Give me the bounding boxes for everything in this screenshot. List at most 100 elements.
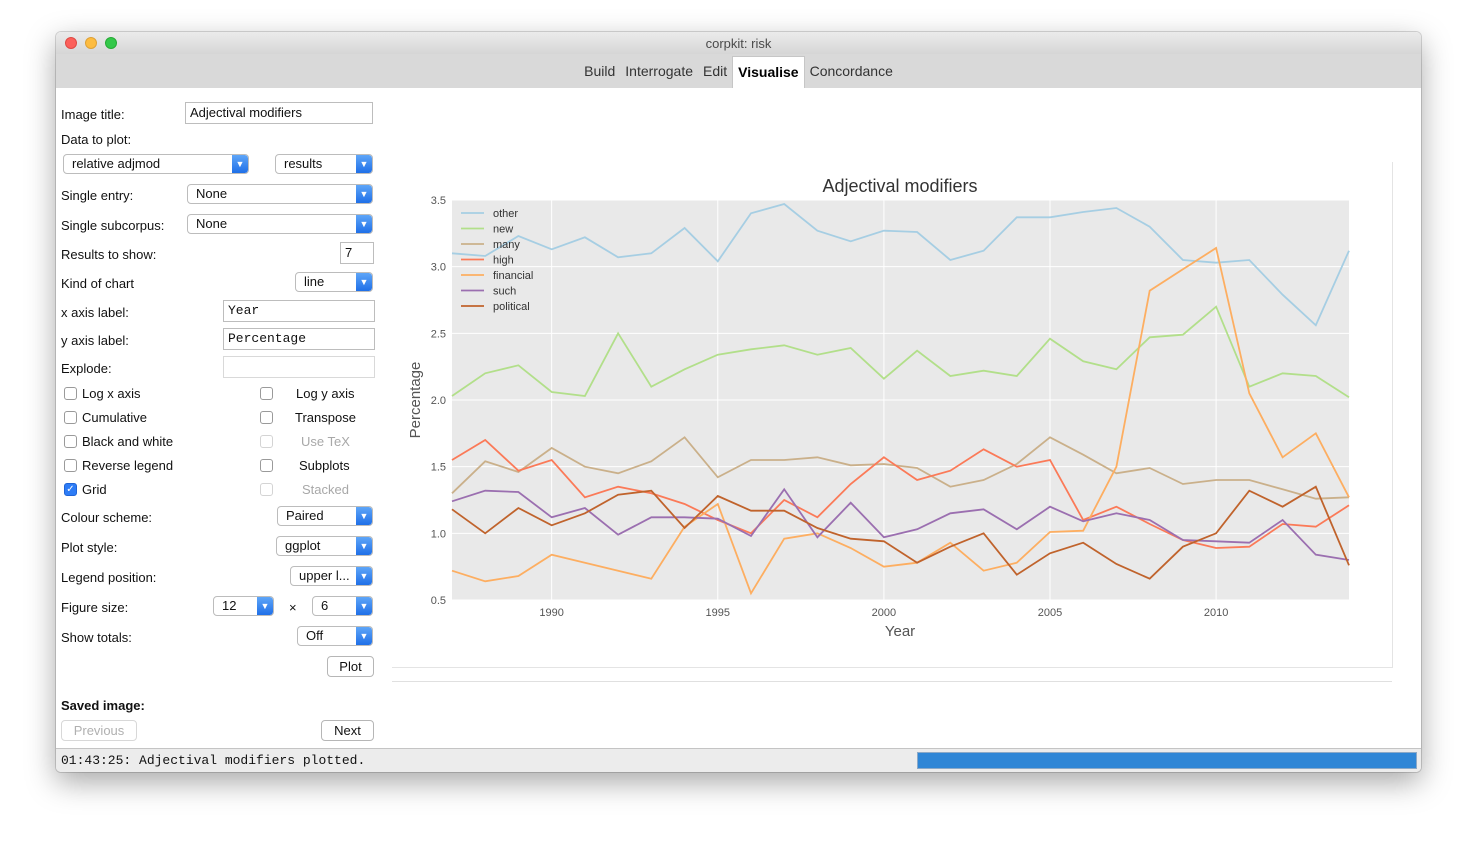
plot-style-select[interactable]: ggplot ▼ (276, 536, 373, 556)
app-window: corpkit: risk Build Interrogate Edit Visual… (56, 32, 1421, 772)
show-totals-select[interactable]: Off ▼ (297, 626, 373, 646)
x-tick-label: 1990 (539, 607, 563, 619)
stacked-label: Stacked (302, 482, 349, 497)
legend-label-political: political (493, 301, 530, 313)
legend-label-new: new (493, 224, 513, 236)
line-chart: 0.5 1.0 1.5 2.0 2.5 3.0 3.5 1990 1995 2000 2005 20… (407, 176, 1350, 640)
explode-label: Explode: (61, 361, 112, 376)
y-axis-label-label: y axis label: (61, 333, 129, 348)
x-tick-labels: 1990 1995 2000 2005 2010 (539, 607, 1228, 619)
y-tick-label: 0.5 (431, 595, 446, 607)
y-axis-label: Percentage (407, 362, 424, 439)
results-to-show-label: Results to show: (61, 247, 157, 262)
reverse-legend-checkbox[interactable] (64, 459, 77, 472)
use-tex-label: Use TeX (301, 434, 350, 449)
single-entry-select[interactable]: None ▼ (187, 184, 373, 204)
figure-size-label: Figure size: (61, 600, 129, 615)
kind-of-chart-label: Kind of chart (61, 276, 134, 291)
status-bar: 01:43:25: Adjectival modifiers plotted. (56, 748, 1421, 772)
figure-height-select[interactable]: 6 ▼ (312, 596, 373, 616)
log-y-checkbox[interactable] (260, 387, 273, 400)
subplots-checkbox[interactable] (260, 459, 273, 472)
y-axis-label-input[interactable]: Percentage (223, 328, 375, 350)
stacked-checkbox (260, 483, 273, 496)
legend-position-select[interactable]: upper l... ▼ (290, 566, 373, 586)
data-to-plot-label: Data to plot: (61, 132, 132, 147)
checkmark-icon: ✓ (66, 484, 75, 495)
next-button[interactable]: Next (321, 720, 374, 741)
kind-of-chart-select[interactable]: line ▼ (295, 272, 373, 292)
chevron-down-icon: ▼ (257, 597, 273, 615)
y-tick-label: 2.5 (431, 328, 446, 340)
chevron-down-icon: ▼ (356, 627, 372, 645)
plot-button[interactable]: Plot (327, 656, 374, 677)
data-kind-select[interactable]: results ▼ (275, 154, 373, 174)
chart-title: Adjectival modifiers (822, 176, 977, 196)
legend-label-high: high (493, 255, 514, 267)
subplots-label: Subplots (299, 458, 350, 473)
results-to-show-input[interactable]: 7 (340, 242, 374, 264)
chevron-down-icon: ▼ (356, 155, 372, 173)
figure-width-select[interactable]: 12 ▼ (213, 596, 274, 616)
progress-bar (917, 752, 1417, 769)
reverse-legend-label: Reverse legend (82, 458, 174, 473)
chevron-down-icon: ▼ (356, 537, 372, 555)
saved-image-label: Saved image: (61, 698, 145, 713)
y-tick-label: 3.5 (431, 195, 446, 207)
plot-divider (392, 681, 1392, 682)
legend-label-many: many (493, 239, 520, 251)
chevron-down-icon: ▼ (356, 215, 372, 233)
use-tex-checkbox (260, 435, 273, 448)
tab-build[interactable]: Build (579, 54, 620, 88)
cumulative-checkbox[interactable] (64, 411, 77, 424)
cumulative-label: Cumulative (82, 410, 148, 425)
image-title-label: Image title: (61, 107, 125, 122)
colour-scheme-select[interactable]: Paired ▼ (277, 506, 373, 526)
plot-canvas: 0.5 1.0 1.5 2.0 2.5 3.0 3.5 1990 1995 2000 2005 20… (392, 162, 1393, 668)
chevron-down-icon: ▼ (356, 507, 372, 525)
single-entry-label: Single entry: (61, 188, 134, 203)
image-title-input[interactable]: Adjectival modifiers (185, 102, 373, 124)
x-axis-label-label: x axis label: (61, 305, 129, 320)
log-x-label: Log x axis (82, 386, 141, 401)
y-tick-labels: 0.5 1.0 1.5 2.0 2.5 3.0 3.5 (431, 195, 446, 607)
x-tick-label: 1995 (706, 607, 730, 619)
x-axis-label-input[interactable]: Year (223, 300, 375, 322)
chevron-down-icon: ▼ (356, 273, 372, 291)
tab-edit[interactable]: Edit (698, 54, 732, 88)
transpose-checkbox[interactable] (260, 411, 273, 424)
previous-button[interactable]: Previous (61, 720, 137, 741)
single-subcorpus-select[interactable]: None ▼ (187, 214, 373, 234)
x-axis-label: Year (885, 623, 915, 640)
status-message: 01:43:25: Adjectival modifiers plotted. (61, 753, 366, 768)
transpose-label: Transpose (295, 410, 356, 425)
tab-concordance[interactable]: Concordance (805, 54, 898, 88)
y-tick-label: 1.5 (431, 462, 446, 474)
legend-label-other: other (493, 208, 518, 220)
show-totals-label: Show totals: (61, 630, 132, 645)
title-bar: corpkit: risk (56, 32, 1421, 55)
data-to-plot-select[interactable]: relative adjmod ▼ (63, 154, 249, 174)
x-tick-label: 2005 (1038, 607, 1062, 619)
grid-checkbox[interactable]: ✓ (64, 483, 77, 496)
black-and-white-label: Black and white (82, 434, 174, 449)
legend-position-label: Legend position: (61, 570, 157, 585)
y-tick-label: 2.0 (431, 395, 446, 407)
chevron-down-icon: ▼ (232, 155, 248, 173)
black-and-white-checkbox[interactable] (64, 435, 77, 448)
x-tick-label: 2010 (1204, 607, 1228, 619)
grid-label: Grid (82, 482, 107, 497)
chevron-down-icon: ▼ (356, 597, 372, 615)
y-tick-label: 1.0 (431, 528, 446, 540)
explode-input[interactable] (223, 356, 375, 378)
log-x-checkbox[interactable] (64, 387, 77, 400)
tab-visualise[interactable]: Visualise (732, 56, 805, 88)
single-subcorpus-label: Single subcorpus: (61, 218, 165, 233)
log-y-label: Log y axis (296, 386, 355, 401)
plot-style-label: Plot style: (61, 540, 118, 555)
colour-scheme-label: Colour scheme: (61, 510, 153, 525)
tab-interrogate[interactable]: Interrogate (620, 54, 698, 88)
chevron-down-icon: ▼ (356, 185, 372, 203)
chevron-down-icon: ▼ (356, 567, 372, 585)
window-title: corpkit: risk (705, 36, 772, 51)
